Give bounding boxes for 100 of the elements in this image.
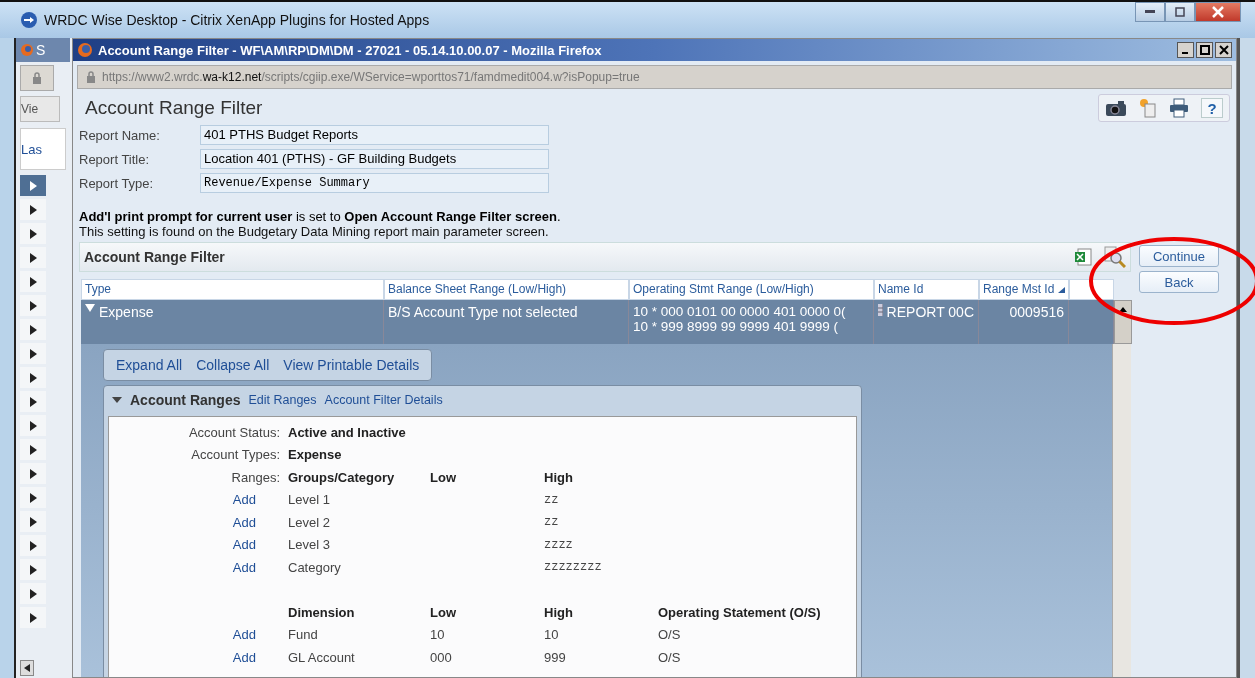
row-expander[interactable] [20,583,46,604]
row-expander[interactable] [20,319,46,340]
table-cell [1069,300,1114,344]
action-button[interactable]: Back [1139,271,1219,293]
table-cell-text: O/S [658,627,682,643]
browser-icon [77,42,93,58]
view-button[interactable]: Vie [20,96,60,122]
link[interactable]: Edit Ranges [248,393,317,407]
add-link[interactable]: Add [113,627,288,643]
row-expander[interactable] [20,343,46,364]
address-bar[interactable]: https://www2.wrdc.wa-k12.net/scripts/cgiip.exe/WService=wporttos71/famdmedit004.w?isPopup=true [77,65,1232,89]
table-cell-text: zz [544,515,560,530]
close-icon [1212,6,1224,18]
table-cell: 0009516 [979,300,1069,344]
add-link[interactable]: Add [113,492,288,508]
table-cell-text: O/S [658,649,682,665]
triangle-icon [29,444,37,455]
scroll-left-button[interactable] [20,660,34,676]
table-cell[interactable]: Expense [81,300,384,344]
link[interactable]: Expand All [116,357,183,373]
action-button[interactable]: Continue [1139,245,1219,267]
value-text: Active and Inactive [288,424,407,440]
add-link[interactable]: Add [113,649,288,665]
caret-icon[interactable] [112,397,122,403]
field-label: Report Title: [79,151,151,167]
maximize-icon [1175,7,1185,17]
row-expander[interactable] [20,247,46,268]
lock-button[interactable] [20,65,54,91]
column-header[interactable]: Balance Sheet Range (Low/High) [384,279,629,300]
up-arrow-icon [1119,307,1127,312]
triangle-icon [29,564,37,575]
close-button[interactable] [1215,42,1232,58]
column-header: High [544,604,574,620]
row-expander[interactable] [20,271,46,292]
link[interactable]: Collapse All [196,357,270,373]
triangle-icon [29,396,37,407]
browser-icon [20,43,34,57]
column-header[interactable]: Name Id [874,279,979,300]
column-header[interactable]: Type [81,279,384,300]
add-link[interactable]: Add [113,559,288,575]
column-header[interactable]: Operating Stmt Range (Low/High) [629,279,874,300]
label: Ranges: [230,469,281,485]
row-expander[interactable] [20,415,46,436]
row-expander[interactable] [20,535,46,556]
link[interactable]: Account Filter Details [324,393,443,407]
field-value: Location 401 (PTHS) - GF Building Budgets [200,149,549,169]
row-expander[interactable] [20,199,46,220]
value-text: Expense [288,447,343,463]
caret-icon[interactable] [85,304,95,312]
notice-text: This setting is found on the Budgetary Data Mining report main parameter screen. [79,224,549,239]
table-cell-text: Level 2 [288,514,331,530]
maximize-button[interactable] [1196,42,1213,58]
minimize-button[interactable] [1177,42,1194,58]
spreadsheet-icon[interactable] [1074,248,1092,266]
row-expander[interactable] [20,367,46,388]
add-link[interactable]: Add [113,514,288,530]
section-title: Account Ranges [130,392,241,408]
triangle-icon [29,588,37,599]
maximize-icon [1199,45,1210,55]
help-button[interactable]: ? [1201,98,1223,118]
triangle-icon [29,516,37,527]
row-expander[interactable] [20,439,46,460]
magnifier-icon[interactable] [1104,246,1126,268]
field-label: Report Name: [79,127,161,143]
row-expander[interactable] [20,463,46,484]
column-header: Dimension [288,604,356,620]
close-icon [1218,45,1229,55]
grid-icon [878,304,883,316]
triangle-icon [29,300,37,311]
minimize-icon [1145,10,1155,14]
lock-icon [86,71,96,83]
table-cell-text: 10 [430,627,446,643]
row-expander[interactable] [20,487,46,508]
table-cell-text: zzzz [544,537,574,552]
left-arrow-icon [24,664,30,672]
print-icon[interactable] [1169,98,1189,118]
row-expander[interactable] [20,559,46,580]
triangle-icon [29,324,37,335]
table-cell-text: 999 [544,649,567,665]
row-expander[interactable] [20,391,46,412]
triangle-icon [29,204,37,215]
add-link[interactable]: Add [113,537,288,553]
triangle-icon [29,372,37,383]
row-expander[interactable] [20,295,46,316]
row-expander[interactable] [20,607,46,628]
link[interactable]: View Printable Details [283,357,420,373]
column-header: Low [430,604,457,620]
window-title: WRDC Wise Desktop - Citrix XenApp Plugins for Hosted Apps [44,12,430,28]
browser-tab[interactable]: S [16,38,70,62]
minimize-button[interactable] [1135,2,1165,22]
sort-icon [1058,286,1066,293]
column-header[interactable]: Range Mst Id [979,279,1069,300]
scrollbar[interactable] [1112,344,1131,677]
row-expander[interactable] [20,511,46,532]
scroll-up-button[interactable] [1114,300,1132,344]
link[interactable]: Las [21,141,42,157]
table-cell-text: 10 [544,627,560,643]
camera-icon[interactable] [1105,100,1127,116]
row-expander[interactable] [20,223,46,244]
column-header: Operating Statement (O/S) [658,604,822,620]
